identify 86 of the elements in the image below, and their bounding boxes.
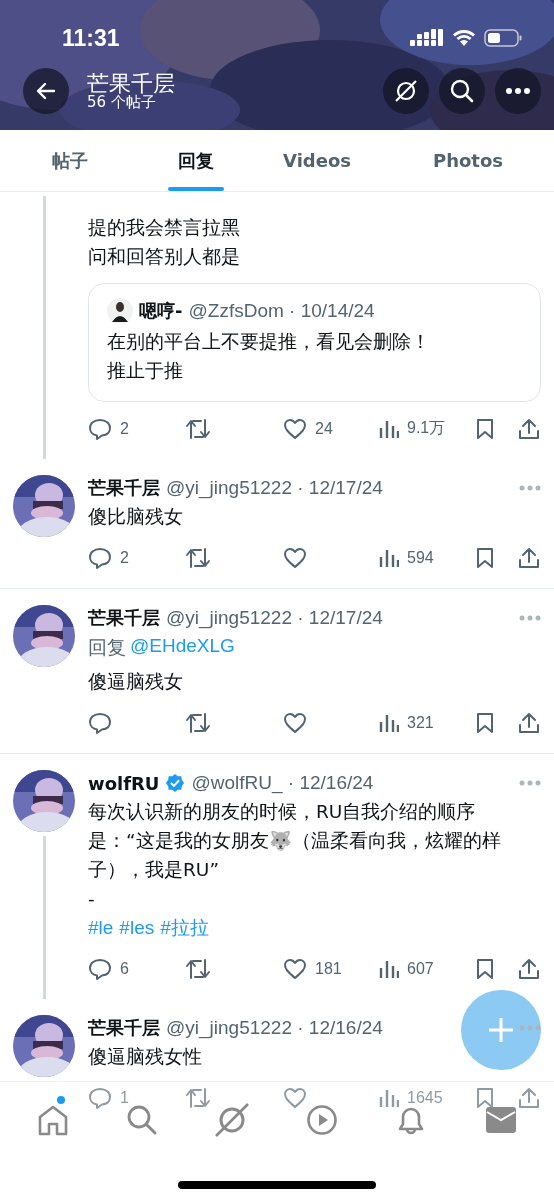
like-count: 181: [315, 959, 342, 978]
search-icon: [449, 78, 475, 104]
view-count: 9.1万: [407, 418, 446, 438]
reply-icon[interactable]: [88, 711, 112, 734]
like-count: 24: [315, 419, 333, 438]
like-icon[interactable]: [283, 711, 307, 734]
reply-label: 回复: [88, 635, 126, 660]
share-icon[interactable]: [517, 417, 541, 440]
tab[interactable]: Videos: [252, 130, 382, 191]
profile-name: 芒果千层: [87, 71, 175, 95]
like-icon[interactable]: [283, 546, 307, 569]
quoted-text: 推止于推: [107, 359, 183, 383]
post-text: 每次认识新的朋友的时候，RU自我介绍的顺序是：“这是我的女朋友🐺（温柔看向我，炫耀的样子），我是RU”: [88, 800, 502, 882]
share-icon[interactable]: [517, 1086, 541, 1109]
view-count: 1645: [407, 1088, 443, 1107]
reply-icon[interactable]: [88, 1086, 112, 1109]
battery-icon: [484, 29, 522, 47]
post-text: 傻比脑残女: [88, 505, 183, 529]
views-icon[interactable]: [379, 958, 399, 979]
post-text: 问和回答别人都是: [88, 245, 240, 269]
play-icon[interactable]: [305, 1103, 338, 1136]
tab[interactable]: 回复: [140, 130, 252, 191]
quoted-author-name: 嗯哼-: [139, 299, 183, 323]
quoted-author-handle: @ZzfsDom · 10/14/24: [188, 299, 375, 323]
view-count: 321: [407, 713, 434, 732]
post-text: 傻逼脑残女性: [88, 1045, 202, 1069]
view-count: 607: [407, 959, 434, 978]
post[interactable]: 芒果千层 @yi_jing51222 · 12/17/24 回复 @EHdeXLG 傻逼脑残女 321: [0, 588, 554, 753]
reply-icon[interactable]: [88, 957, 112, 980]
views-icon[interactable]: [379, 547, 399, 568]
author-name: 芒果千层: [88, 606, 160, 630]
author-handle: @yi_jing51222 · 12/17/24: [166, 477, 383, 499]
tab[interactable]: Photos: [382, 130, 554, 191]
bookmark-icon[interactable]: [475, 1086, 495, 1109]
repost-icon[interactable]: [185, 711, 211, 734]
reply-count: 6: [120, 959, 129, 978]
post[interactable]: wolfRU @wolfRU_ · 12/16/24 每次认识新的朋友的时候，RU自我介绍的顺序是：“这是我的女朋友🐺（温柔看向我，炫耀的样子），我是RU” - #le #les #拉拉 6 181 607: [0, 753, 554, 999]
views-icon[interactable]: [379, 712, 399, 733]
post[interactable]: 芒果千层 @yi_jing51222 · 12/17/24 傻比脑残女 2 594: [0, 459, 554, 588]
author-name: 芒果千层: [88, 1016, 160, 1040]
reply-count: 2: [120, 419, 129, 438]
post-text: -: [88, 887, 95, 911]
post-count: 56 个帖子: [87, 94, 156, 111]
signal-icon: [410, 29, 444, 47]
author-handle: @yi_jing51222 · 12/16/24: [166, 1017, 383, 1039]
reply-count: 1: [120, 1088, 129, 1107]
more-icon: [505, 87, 531, 95]
home-icon[interactable]: [36, 1103, 69, 1136]
author-name: 芒果千层: [88, 476, 160, 500]
bookmark-icon[interactable]: [475, 546, 495, 569]
author-name: wolfRU: [88, 772, 160, 794]
slashed-circle-icon[interactable]: [214, 1101, 251, 1138]
slashed-circle-icon: [393, 78, 419, 104]
repost-icon[interactable]: [185, 957, 211, 980]
post-text: 提的我会禁言拉黑: [88, 216, 240, 240]
like-icon[interactable]: [283, 1086, 307, 1109]
repost-icon[interactable]: [185, 417, 211, 440]
status-time: 11:31: [62, 24, 120, 52]
views-icon[interactable]: [379, 1087, 399, 1108]
view-count: 594: [407, 548, 434, 567]
like-icon[interactable]: [283, 957, 307, 980]
like-icon[interactable]: [283, 417, 307, 440]
post[interactable]: 提的我会禁言拉黑 问和回答别人都是 嗯哼- @ZzfsDom · 10/14/24 在别的平台上不要提推，看见会删除！ 推止于推 2 24 9.1万: [0, 192, 554, 459]
plus-icon: [486, 1015, 516, 1045]
repost-icon[interactable]: [185, 546, 211, 569]
bookmark-icon[interactable]: [475, 417, 495, 440]
reply-icon[interactable]: [88, 546, 112, 569]
views-icon[interactable]: [379, 418, 399, 439]
back-arrow-icon: [35, 80, 57, 102]
quoted-post[interactable]: 嗯哼- @ZzfsDom · 10/14/24 在别的平台上不要提推，看见会删除！ 推止于推: [88, 283, 541, 402]
tab[interactable]: 帖子: [0, 130, 140, 191]
author-handle: @yi_jing51222 · 12/17/24: [166, 607, 383, 629]
share-icon[interactable]: [517, 711, 541, 734]
reply-count: 2: [120, 548, 129, 567]
author-handle: @wolfRU_ · 12/16/24: [191, 772, 374, 794]
bookmark-icon[interactable]: [475, 957, 495, 980]
post-text: 傻逼脑残女: [88, 670, 183, 694]
share-icon[interactable]: [517, 546, 541, 569]
repost-icon[interactable]: [185, 1086, 211, 1109]
search-icon[interactable]: [126, 1103, 159, 1136]
wifi-icon: [452, 29, 476, 47]
quoted-text: 在别的平台上不要提推，看见会删除！: [107, 330, 430, 354]
share-icon[interactable]: [517, 957, 541, 980]
reply-icon[interactable]: [88, 417, 112, 440]
mail-icon[interactable]: [486, 1106, 517, 1133]
bookmark-icon[interactable]: [475, 711, 495, 734]
